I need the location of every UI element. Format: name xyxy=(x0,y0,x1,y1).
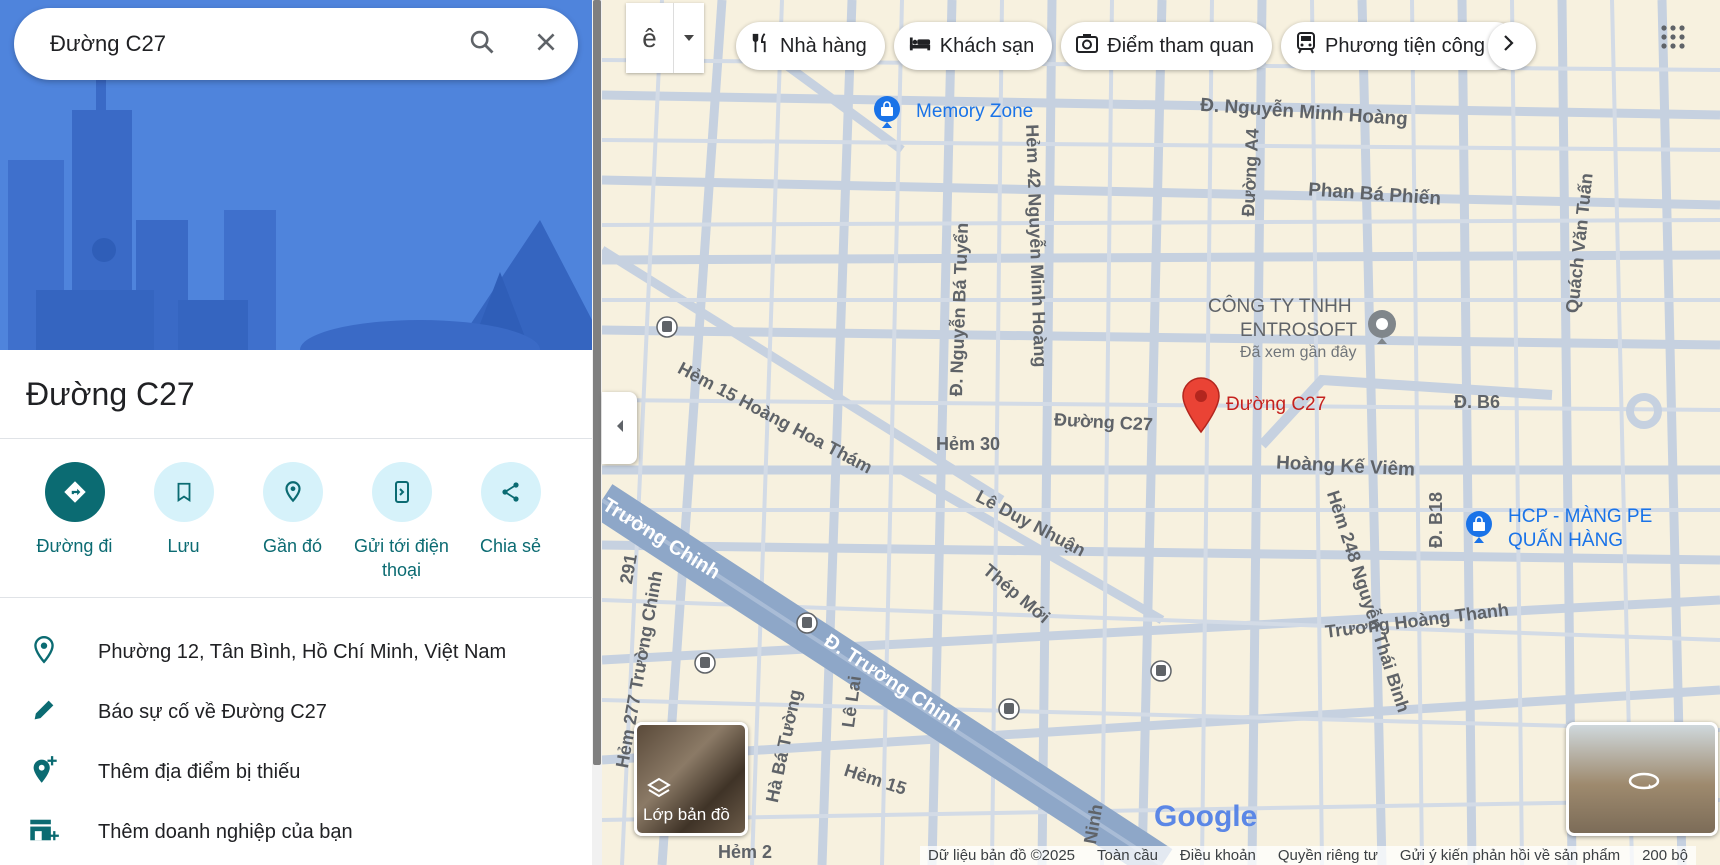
send-to-phone-button[interactable]: Gửi tới điện thoại xyxy=(347,462,456,582)
chevron-left-icon xyxy=(614,418,626,439)
poi-entrosoft-line1[interactable]: CÔNG TY TNHH xyxy=(1208,296,1352,318)
send-to-phone-label: Gửi tới điện thoại xyxy=(354,536,449,580)
save-label: Lưu xyxy=(167,536,200,556)
action-bar: Đường đi Lưu Gần đó Gửi tới điện thoại C… xyxy=(20,462,580,582)
pencil-icon xyxy=(30,696,58,729)
chip-restaurants-label: Nhà hàng xyxy=(780,34,867,57)
utensils-icon xyxy=(750,32,780,60)
share-icon xyxy=(480,462,541,522)
street-hem-2: Hẻm 2 xyxy=(718,842,773,862)
share-label: Chia sẻ xyxy=(479,536,542,556)
report-issue-text: Báo sự cố về Đường C27 xyxy=(98,700,327,723)
poi-hcp-line2[interactable]: QUẤN HÀNG xyxy=(1508,530,1623,552)
footer-map-data[interactable]: Dữ liệu bản đồ ©2025 xyxy=(928,847,1075,864)
shopping-bag-icon[interactable] xyxy=(1464,510,1494,549)
share-button[interactable]: Chia sẻ xyxy=(456,462,565,582)
add-location-icon xyxy=(29,755,59,790)
apps-grid-icon xyxy=(1660,25,1686,54)
google-maps-app: Đường C27 Đường C27 Đường đi Lưu Gần đó xyxy=(0,0,1720,865)
footer-feedback[interactable]: Gửi ý kiến phản hồi về sản phẩm xyxy=(1400,847,1620,864)
save-button[interactable]: Lưu xyxy=(129,462,238,582)
divider xyxy=(0,438,592,439)
bed-icon xyxy=(908,32,940,60)
bus-stop-icon[interactable] xyxy=(796,612,818,639)
bookmark-icon xyxy=(153,462,214,522)
send-to-phone-icon xyxy=(371,462,432,522)
chip-attractions-label: Điểm tham quan xyxy=(1107,34,1255,57)
report-issue-row[interactable]: Báo sự cố về Đường C27 xyxy=(0,684,592,740)
divider xyxy=(0,597,592,598)
scrollbar-thumb[interactable] xyxy=(593,0,601,765)
bus-stop-icon[interactable] xyxy=(656,316,678,343)
poi-memory-zone[interactable]: Memory Zone xyxy=(916,101,1033,123)
caret-down-icon xyxy=(683,29,695,47)
input-tools: ê xyxy=(626,3,704,73)
footer-scale[interactable]: 200 bộ xyxy=(1642,847,1688,864)
directions-icon xyxy=(44,462,105,522)
shopping-bag-icon[interactable] xyxy=(872,95,902,134)
street-d-b6: Đ. B6 xyxy=(1454,392,1501,412)
red-location-pin-icon[interactable] xyxy=(1181,376,1221,439)
input-tools-dropdown[interactable] xyxy=(674,3,704,73)
footer-privacy[interactable]: Quyền riêng tư xyxy=(1278,847,1378,864)
input-tools-button[interactable]: ê xyxy=(626,3,674,73)
category-chips: Nhà hàng Khách sạn Điểm tham quan Phương… xyxy=(736,22,1536,70)
add-missing-place-row[interactable]: Thêm địa điểm bị thiếu xyxy=(0,744,592,800)
address-text: Phường 12, Tân Bình, Hồ Chí Minh, Việt N… xyxy=(98,640,507,663)
location-pin-icon xyxy=(31,635,57,670)
rotate-360-icon xyxy=(1627,769,1661,798)
address-row[interactable]: Phường 12, Tân Bình, Hồ Chí Minh, Việt N… xyxy=(0,624,592,680)
chips-next-button[interactable] xyxy=(1487,22,1536,70)
chip-attractions[interactable]: Điểm tham quan xyxy=(1061,22,1273,70)
footer-global[interactable]: Toàn cầu xyxy=(1097,847,1158,864)
train-icon xyxy=(1295,31,1325,61)
layers-icon xyxy=(647,777,671,804)
bus-stop-icon[interactable] xyxy=(998,698,1020,725)
street-d-b18: Đ. B18 xyxy=(1426,491,1446,548)
chip-hotels-label: Khách sạn xyxy=(939,34,1035,57)
poi-entrosoft-subtitle: Đã xem gần đây xyxy=(1240,344,1357,361)
selected-place-label[interactable]: Đường C27 xyxy=(1226,394,1326,416)
bus-stop-icon[interactable] xyxy=(694,652,716,679)
poi-entrosoft-line2[interactable]: ENTROSOFT xyxy=(1240,320,1357,342)
footer-terms[interactable]: Điều khoản xyxy=(1180,847,1256,864)
google-logo: Google xyxy=(1154,800,1258,833)
camera-icon xyxy=(1075,32,1107,60)
add-business-text: Thêm doanh nghiệp của bạn xyxy=(98,820,353,843)
add-missing-place-text: Thêm địa điểm bị thiếu xyxy=(98,760,301,783)
google-apps-button[interactable] xyxy=(1660,24,1686,55)
place-title: Đường C27 xyxy=(26,376,195,412)
map-canvas[interactable]: Đ. Nguyễn Minh Hoàng Phan Bá Phiến Đường… xyxy=(602,0,1720,865)
chip-hotels[interactable]: Khách sạn xyxy=(893,22,1053,70)
clear-search-button[interactable] xyxy=(514,12,578,76)
close-icon xyxy=(533,29,559,60)
chip-restaurants[interactable]: Nhà hàng xyxy=(736,22,885,70)
street-view-thumbnail[interactable] xyxy=(1566,722,1718,836)
nearby-icon xyxy=(262,462,323,522)
add-business-icon xyxy=(28,815,60,850)
search-box[interactable]: Đường C27 xyxy=(14,8,578,80)
poi-pin-icon[interactable] xyxy=(1366,308,1398,351)
chip-transit-label: Phương tiện công c xyxy=(1325,34,1501,57)
map-roads xyxy=(602,0,1720,865)
add-business-row[interactable]: Thêm doanh nghiệp của bạn xyxy=(0,804,592,860)
nearby-button[interactable]: Gần đó xyxy=(238,462,347,582)
chevron-right-icon xyxy=(1502,34,1522,58)
bus-stop-icon[interactable] xyxy=(1150,660,1172,687)
search-input[interactable]: Đường C27 xyxy=(14,31,450,57)
collapse-panel-button[interactable] xyxy=(602,392,637,464)
side-panel: Đường C27 Đường C27 Đường đi Lưu Gần đó xyxy=(0,0,592,865)
directions-button[interactable]: Đường đi xyxy=(20,462,129,582)
chip-transit[interactable]: Phương tiện công c xyxy=(1281,22,1519,70)
street-hem-30: Hẻm 30 xyxy=(936,434,1001,454)
layers-label: Lớp bản đồ xyxy=(643,805,730,824)
nearby-label: Gần đó xyxy=(262,536,323,556)
side-panel-scrollbar[interactable] xyxy=(592,0,602,865)
search-icon xyxy=(468,28,496,61)
search-button[interactable] xyxy=(450,12,514,76)
layers-button[interactable]: Lớp bản đồ xyxy=(634,722,748,836)
directions-label: Đường đi xyxy=(36,536,113,556)
map-footer: Dữ liệu bản đồ ©2025 Toàn cầu Điều khoản… xyxy=(920,846,1696,865)
poi-hcp-line1[interactable]: HCP - MÀNG PE xyxy=(1508,506,1652,528)
